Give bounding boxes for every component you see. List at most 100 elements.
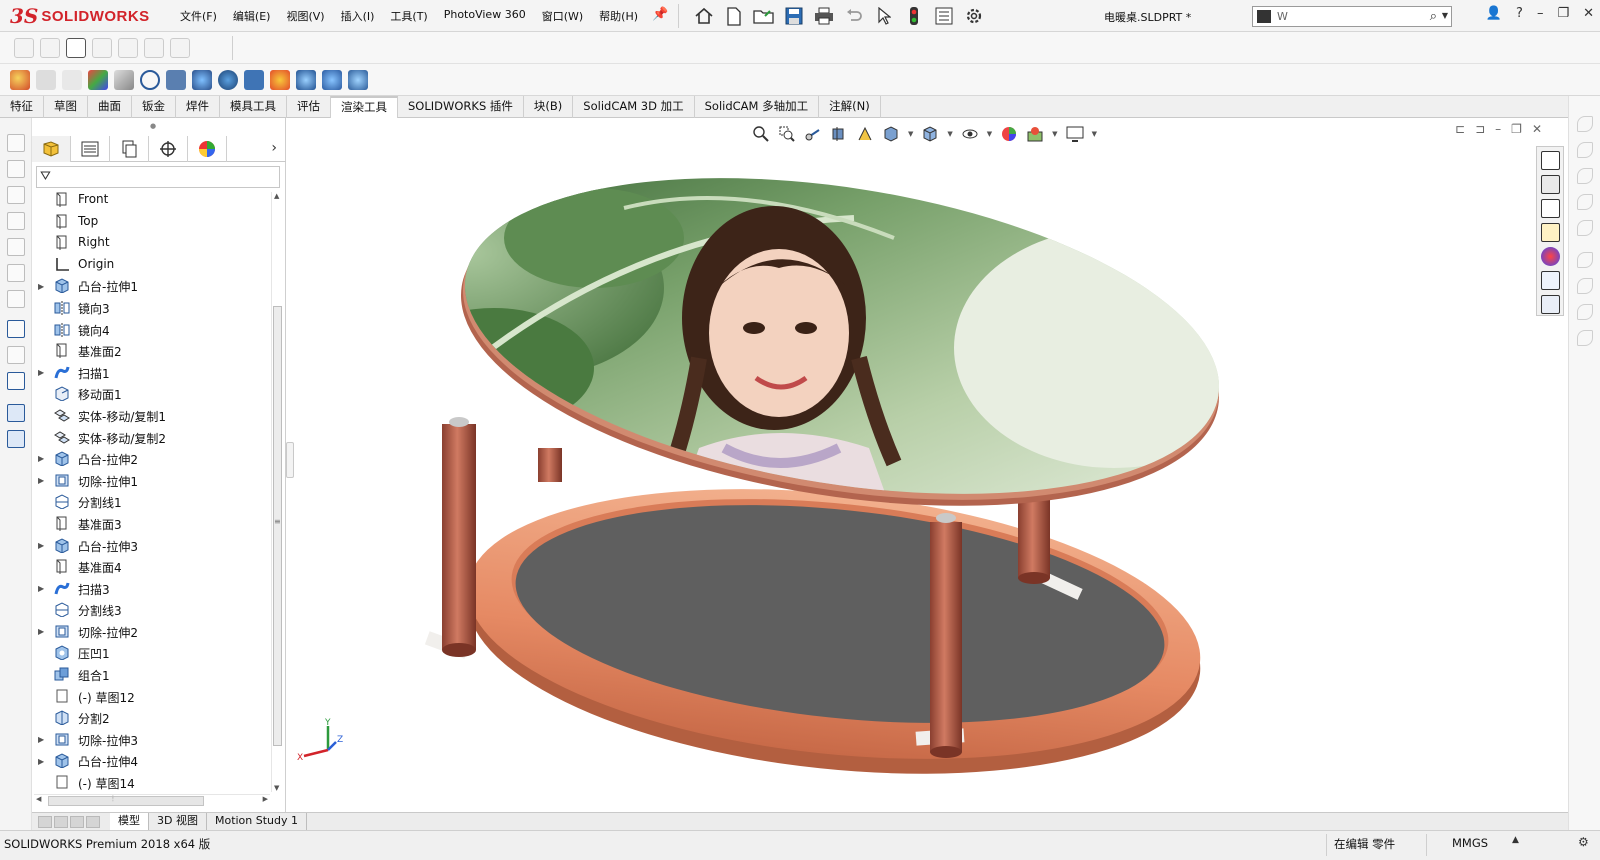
menu-photoview[interactable]: PhotoView 360 [444,8,526,24]
tree-node[interactable]: 分割线1 [32,491,272,513]
expand-arrow-icon[interactable]: ▶ [38,735,48,744]
appearance-icon[interactable] [10,70,30,90]
tree-node[interactable]: 基准面3 [32,513,272,535]
expand-arrow-icon[interactable]: ▶ [38,454,48,463]
view-orientation-icon[interactable] [880,124,902,144]
rail-feature-icon[interactable] [7,134,25,152]
chevron-down-icon[interactable]: ▼ [947,130,952,138]
first-tab-icon[interactable] [38,815,52,828]
chevron-right-icon[interactable]: › [271,140,277,156]
panel-splitter[interactable] [286,442,294,478]
sketch-tool-icon[interactable] [1577,142,1593,158]
home-icon[interactable] [692,4,716,28]
new-document-icon[interactable] [722,4,746,28]
scroll-left-icon[interactable]: ◀ [36,795,41,803]
file-explorer-icon[interactable] [1541,199,1560,218]
tab-features[interactable]: 特征 [0,96,44,118]
menu-view[interactable]: 视图(V) [286,8,324,24]
view-palette-icon[interactable] [1541,223,1560,242]
save-icon[interactable] [782,4,806,28]
weld-icon[interactable] [170,38,190,58]
display-style-icon[interactable] [919,124,941,144]
tab-model[interactable]: 模型 [110,813,149,830]
expand-arrow-icon[interactable]: ▶ [38,584,48,593]
dynamic-annotation-icon[interactable] [854,124,876,144]
tab-feature-manager[interactable] [32,136,71,162]
sketch-tool-icon[interactable] [1577,278,1593,294]
solidworks-logo[interactable]: 3S SOLIDWORKS [10,2,160,30]
render-region-icon[interactable] [244,70,264,90]
zoom-area-icon[interactable] [776,124,798,144]
scroll-right-icon[interactable]: ▶ [263,795,268,803]
tab-solidcam-3d[interactable]: SolidCAM 3D 加工 [573,96,695,118]
tree-node[interactable]: (-) 草图14 [32,772,272,791]
select-cursor-icon[interactable] [872,4,896,28]
search-icon[interactable]: ⌕ [1430,9,1437,24]
tab-display-manager[interactable] [188,136,227,162]
unit-system[interactable]: MMGS [1452,836,1488,850]
design-library-icon[interactable] [1541,175,1560,194]
sketch-tool-icon[interactable] [1577,330,1593,346]
close-icon[interactable]: ✕ [1532,122,1542,136]
tree-node[interactable]: 基准面2 [32,340,272,362]
decal-icon[interactable] [36,70,56,90]
tab-sheet-metal[interactable]: 钣金 [132,96,176,118]
rail-feature-icon[interactable] [7,186,25,204]
expand-arrow-icon[interactable]: ▶ [38,476,48,485]
final-render-icon[interactable] [218,70,238,90]
sketch-tool-icon[interactable] [1577,116,1593,132]
user-icon[interactable]: 👤 [1486,6,1502,21]
tree-horizontal-scrollbar[interactable]: ◀ ⦙ ▶ [34,794,270,806]
tab-render-tools[interactable]: 渲染工具 [331,96,398,118]
open-folder-icon[interactable] [752,4,776,28]
tab-property-manager[interactable] [71,136,110,162]
minimize-icon[interactable]: – [1495,122,1501,136]
scroll-down-icon[interactable]: ▼ [274,784,279,792]
close-icon[interactable]: ✕ [1583,6,1594,21]
recall-render-icon[interactable] [296,70,316,90]
tree-node[interactable]: ▶ 扫描1 [32,362,272,384]
rail-feature-icon[interactable] [7,290,25,308]
chevron-down-icon[interactable]: ▼ [987,130,992,138]
tab-solidcam-multiaxis[interactable]: SolidCAM 多轴加工 [695,96,820,118]
chevron-down-icon[interactable]: ▼ [1052,130,1057,138]
scroll-up-icon[interactable]: ▲ [274,192,279,200]
forum-icon[interactable] [1541,295,1560,314]
scene-icon[interactable] [62,70,82,90]
datum-icon[interactable] [118,38,138,58]
camera-target-icon[interactable] [140,70,160,90]
rail-feature-icon[interactable] [7,238,25,256]
prev-tab-icon[interactable] [54,815,68,828]
tree-node[interactable]: 基准面4 [32,556,272,578]
tree-node[interactable]: ▶ 切除-拉伸3 [32,729,272,751]
tree-node[interactable]: ▶ 凸台-拉伸1 [32,275,272,297]
undo-icon[interactable] [842,4,866,28]
print-icon[interactable] [812,4,836,28]
edit-appearance-icon[interactable] [998,124,1020,144]
note-icon[interactable] [14,38,34,58]
rail-display-icon[interactable] [7,372,25,390]
expand-arrow-icon[interactable]: ▶ [38,627,48,636]
hide-show-items-icon[interactable] [959,124,981,144]
customize-status-icon[interactable]: ⚙ [1578,835,1589,849]
tree-vertical-scrollbar[interactable]: ▲ ≡ ▼ [271,192,283,792]
expand-arrow-icon[interactable]: ▶ [38,282,48,291]
tree-node[interactable]: 实体-移动/复制2 [32,427,272,449]
rail-paste-icon[interactable] [7,430,25,448]
tab-sketch[interactable]: 草图 [44,96,88,118]
chevron-down-icon[interactable]: ▼ [908,130,913,138]
rail-feature-icon[interactable] [7,212,25,230]
rail-feature-icon[interactable] [7,264,25,282]
tree-node[interactable]: 移动面1 [32,383,272,405]
tab-configuration-manager[interactable] [110,136,149,162]
restore-icon[interactable]: ❐ [1557,6,1569,21]
tree-node[interactable]: 实体-移动/复制1 [32,405,272,427]
tab-weldments[interactable]: 焊件 [176,96,220,118]
menu-edit[interactable]: 编辑(E) [233,8,271,24]
last-tab-icon[interactable] [86,815,100,828]
tree-node[interactable]: Right [32,232,272,254]
pin-icon[interactable]: 📌 [652,7,668,22]
tab-annotation[interactable]: 注解(N) [819,96,881,118]
apply-scene-icon[interactable] [1024,124,1046,144]
tree-node[interactable]: ▶ 切除-拉伸1 [32,470,272,492]
